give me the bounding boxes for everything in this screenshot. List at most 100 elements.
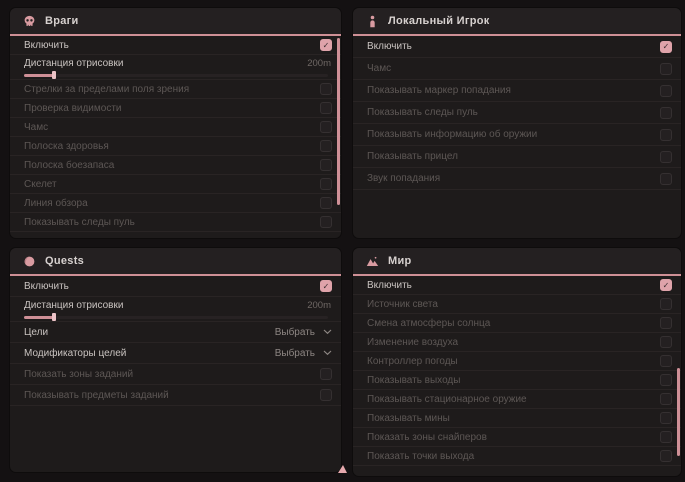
panel-local-player-header: Локальный Игрок: [353, 8, 681, 36]
select-dropdown[interactable]: Выбрать: [275, 327, 332, 338]
row-toggle-8[interactable]: Линия обзора: [10, 194, 341, 213]
row-label: Показывать следы пуль: [367, 107, 478, 118]
slider-handle[interactable]: [52, 313, 56, 321]
row-toggle-6[interactable]: Полоска боезапаса: [10, 156, 341, 175]
checkbox[interactable]: [320, 102, 332, 114]
row-toggle-1[interactable]: Чамс: [353, 58, 681, 80]
panel-quests-header: Quests: [10, 248, 341, 276]
row-label: Чамс: [24, 122, 48, 133]
row-toggle-0[interactable]: Включить ✓: [10, 36, 341, 55]
row-toggle-4[interactable]: Показать зоны заданий: [10, 364, 341, 385]
slider[interactable]: [24, 313, 328, 321]
row-toggle-9[interactable]: Показать точки выхода: [353, 447, 681, 466]
row-label: Показывать информацию об оружии: [367, 129, 537, 140]
checkbox-checked[interactable]: ✓: [660, 41, 672, 53]
checkbox[interactable]: [660, 393, 672, 405]
row-slider-1[interactable]: Дистанция отрисовки 200m: [10, 297, 341, 322]
row-label: Показывать мины: [367, 413, 450, 424]
row-toggle-3[interactable]: Проверка видимости: [10, 99, 341, 118]
panel-quests-rows: Включить✓ Дистанция отрисовки 200m ЦелиВыбр…: [10, 276, 341, 406]
checkbox-checked[interactable]: ✓: [660, 279, 672, 291]
row-label: Дистанция отрисовки: [24, 58, 123, 69]
slider-track[interactable]: [24, 74, 328, 77]
checkbox[interactable]: [660, 317, 672, 329]
checkbox[interactable]: [660, 450, 672, 462]
row-label: Включить: [24, 40, 69, 51]
row-label: Дистанция отрисовки: [24, 300, 123, 311]
checkbox[interactable]: [320, 83, 332, 95]
row-label: Скелет: [24, 179, 57, 190]
checkbox[interactable]: [660, 298, 672, 310]
checkbox[interactable]: [320, 197, 332, 209]
checkbox[interactable]: [320, 140, 332, 152]
scrollbar-thumb[interactable]: [337, 38, 340, 205]
row-toggle-5[interactable]: Показывать предметы заданий: [10, 385, 341, 406]
checkbox[interactable]: [320, 121, 332, 133]
panel-local-player: Локальный Игрок Включить✓Чамс Показывать …: [353, 8, 681, 238]
row-label: Показывать маркер попадания: [367, 85, 511, 96]
row-toggle-9[interactable]: Показывать следы пуль: [10, 213, 341, 232]
checkbox[interactable]: [660, 63, 672, 75]
row-toggle-5[interactable]: Полоска здоровья: [10, 137, 341, 156]
scrollbar-thumb[interactable]: [677, 368, 680, 456]
row-toggle-4[interactable]: Показывать информацию об оружии: [353, 124, 681, 146]
select-value: Выбрать: [275, 348, 315, 359]
row-toggle-8[interactable]: Показать зоны снайперов: [353, 428, 681, 447]
row-toggle-7[interactable]: Показывать мины: [353, 409, 681, 428]
checkbox[interactable]: [660, 336, 672, 348]
checkbox[interactable]: [660, 107, 672, 119]
row-toggle-4[interactable]: Чамс: [10, 118, 341, 137]
row-toggle-5[interactable]: Показывать выходы: [353, 371, 681, 390]
row-toggle-7[interactable]: Скелет: [10, 175, 341, 194]
checkbox[interactable]: [320, 368, 332, 380]
row-label: Полоска боезапаса: [24, 160, 114, 171]
row-toggle-6[interactable]: Показывать стационарное оружие: [353, 390, 681, 409]
select-dropdown[interactable]: Выбрать: [275, 348, 332, 359]
row-label: Контроллер погоды: [367, 356, 458, 367]
row-slider-1[interactable]: Дистанция отрисовки200m: [10, 55, 341, 80]
checkbox[interactable]: [660, 173, 672, 185]
checkbox[interactable]: [660, 355, 672, 367]
checkbox[interactable]: [660, 85, 672, 97]
checkbox[interactable]: [320, 178, 332, 190]
panel-title: Враги: [45, 15, 79, 27]
row-label: Смена атмосферы солнца: [367, 318, 490, 329]
panel-enemies-rows: Включить ✓ Дистанция отрисовки200mСтрелки …: [10, 36, 341, 232]
row-label: Показывать следы пуль: [24, 217, 135, 228]
panel-world-header: Мир: [353, 248, 681, 276]
slider-track[interactable]: [24, 316, 328, 319]
row-label: Показывать предметы заданий: [24, 390, 169, 401]
slider[interactable]: [24, 71, 328, 79]
row-toggle-1[interactable]: Источник света: [353, 295, 681, 314]
panel-local-player-rows: Включить✓Чамс Показывать маркер попадания…: [353, 36, 681, 190]
overlay-menu: { "theme": { "accent": "#d99ba1", "panel…: [0, 0, 685, 482]
panel-title: Quests: [45, 255, 84, 267]
checkbox[interactable]: [660, 151, 672, 163]
checkbox[interactable]: [320, 159, 332, 171]
row-label: Проверка видимости: [24, 103, 122, 114]
row-toggle-5[interactable]: Показывать прицел: [353, 146, 681, 168]
row-toggle-6[interactable]: Звук попадания: [353, 168, 681, 190]
row-toggle-3[interactable]: Изменение воздуха: [353, 333, 681, 352]
row-select-3[interactable]: Модификаторы целейВыбрать: [10, 343, 341, 364]
row-select-2[interactable]: ЦелиВыбрать: [10, 322, 341, 343]
row-toggle-4[interactable]: Контроллер погоды: [353, 352, 681, 371]
row-toggle-0[interactable]: Включить✓: [10, 276, 341, 297]
row-toggle-2[interactable]: Смена атмосферы солнца: [353, 314, 681, 333]
slider-value: 200m: [307, 300, 331, 311]
checkbox[interactable]: [320, 216, 332, 228]
row-toggle-0[interactable]: Включить✓: [353, 276, 681, 295]
world-icon: [366, 255, 379, 268]
checkbox[interactable]: [320, 389, 332, 401]
row-toggle-2[interactable]: Стрелки за пределами поля зрения: [10, 80, 341, 99]
checkbox[interactable]: [660, 412, 672, 424]
row-toggle-2[interactable]: Показывать маркер попадания: [353, 80, 681, 102]
checkbox[interactable]: [660, 374, 672, 386]
row-toggle-0[interactable]: Включить✓: [353, 36, 681, 58]
checkbox[interactable]: [660, 431, 672, 443]
checkbox-checked[interactable]: ✓: [320, 280, 332, 292]
checkbox[interactable]: [660, 129, 672, 141]
checkbox-checked[interactable]: ✓: [320, 39, 332, 51]
slider-handle[interactable]: [52, 71, 56, 79]
row-toggle-3[interactable]: Показывать следы пуль: [353, 102, 681, 124]
